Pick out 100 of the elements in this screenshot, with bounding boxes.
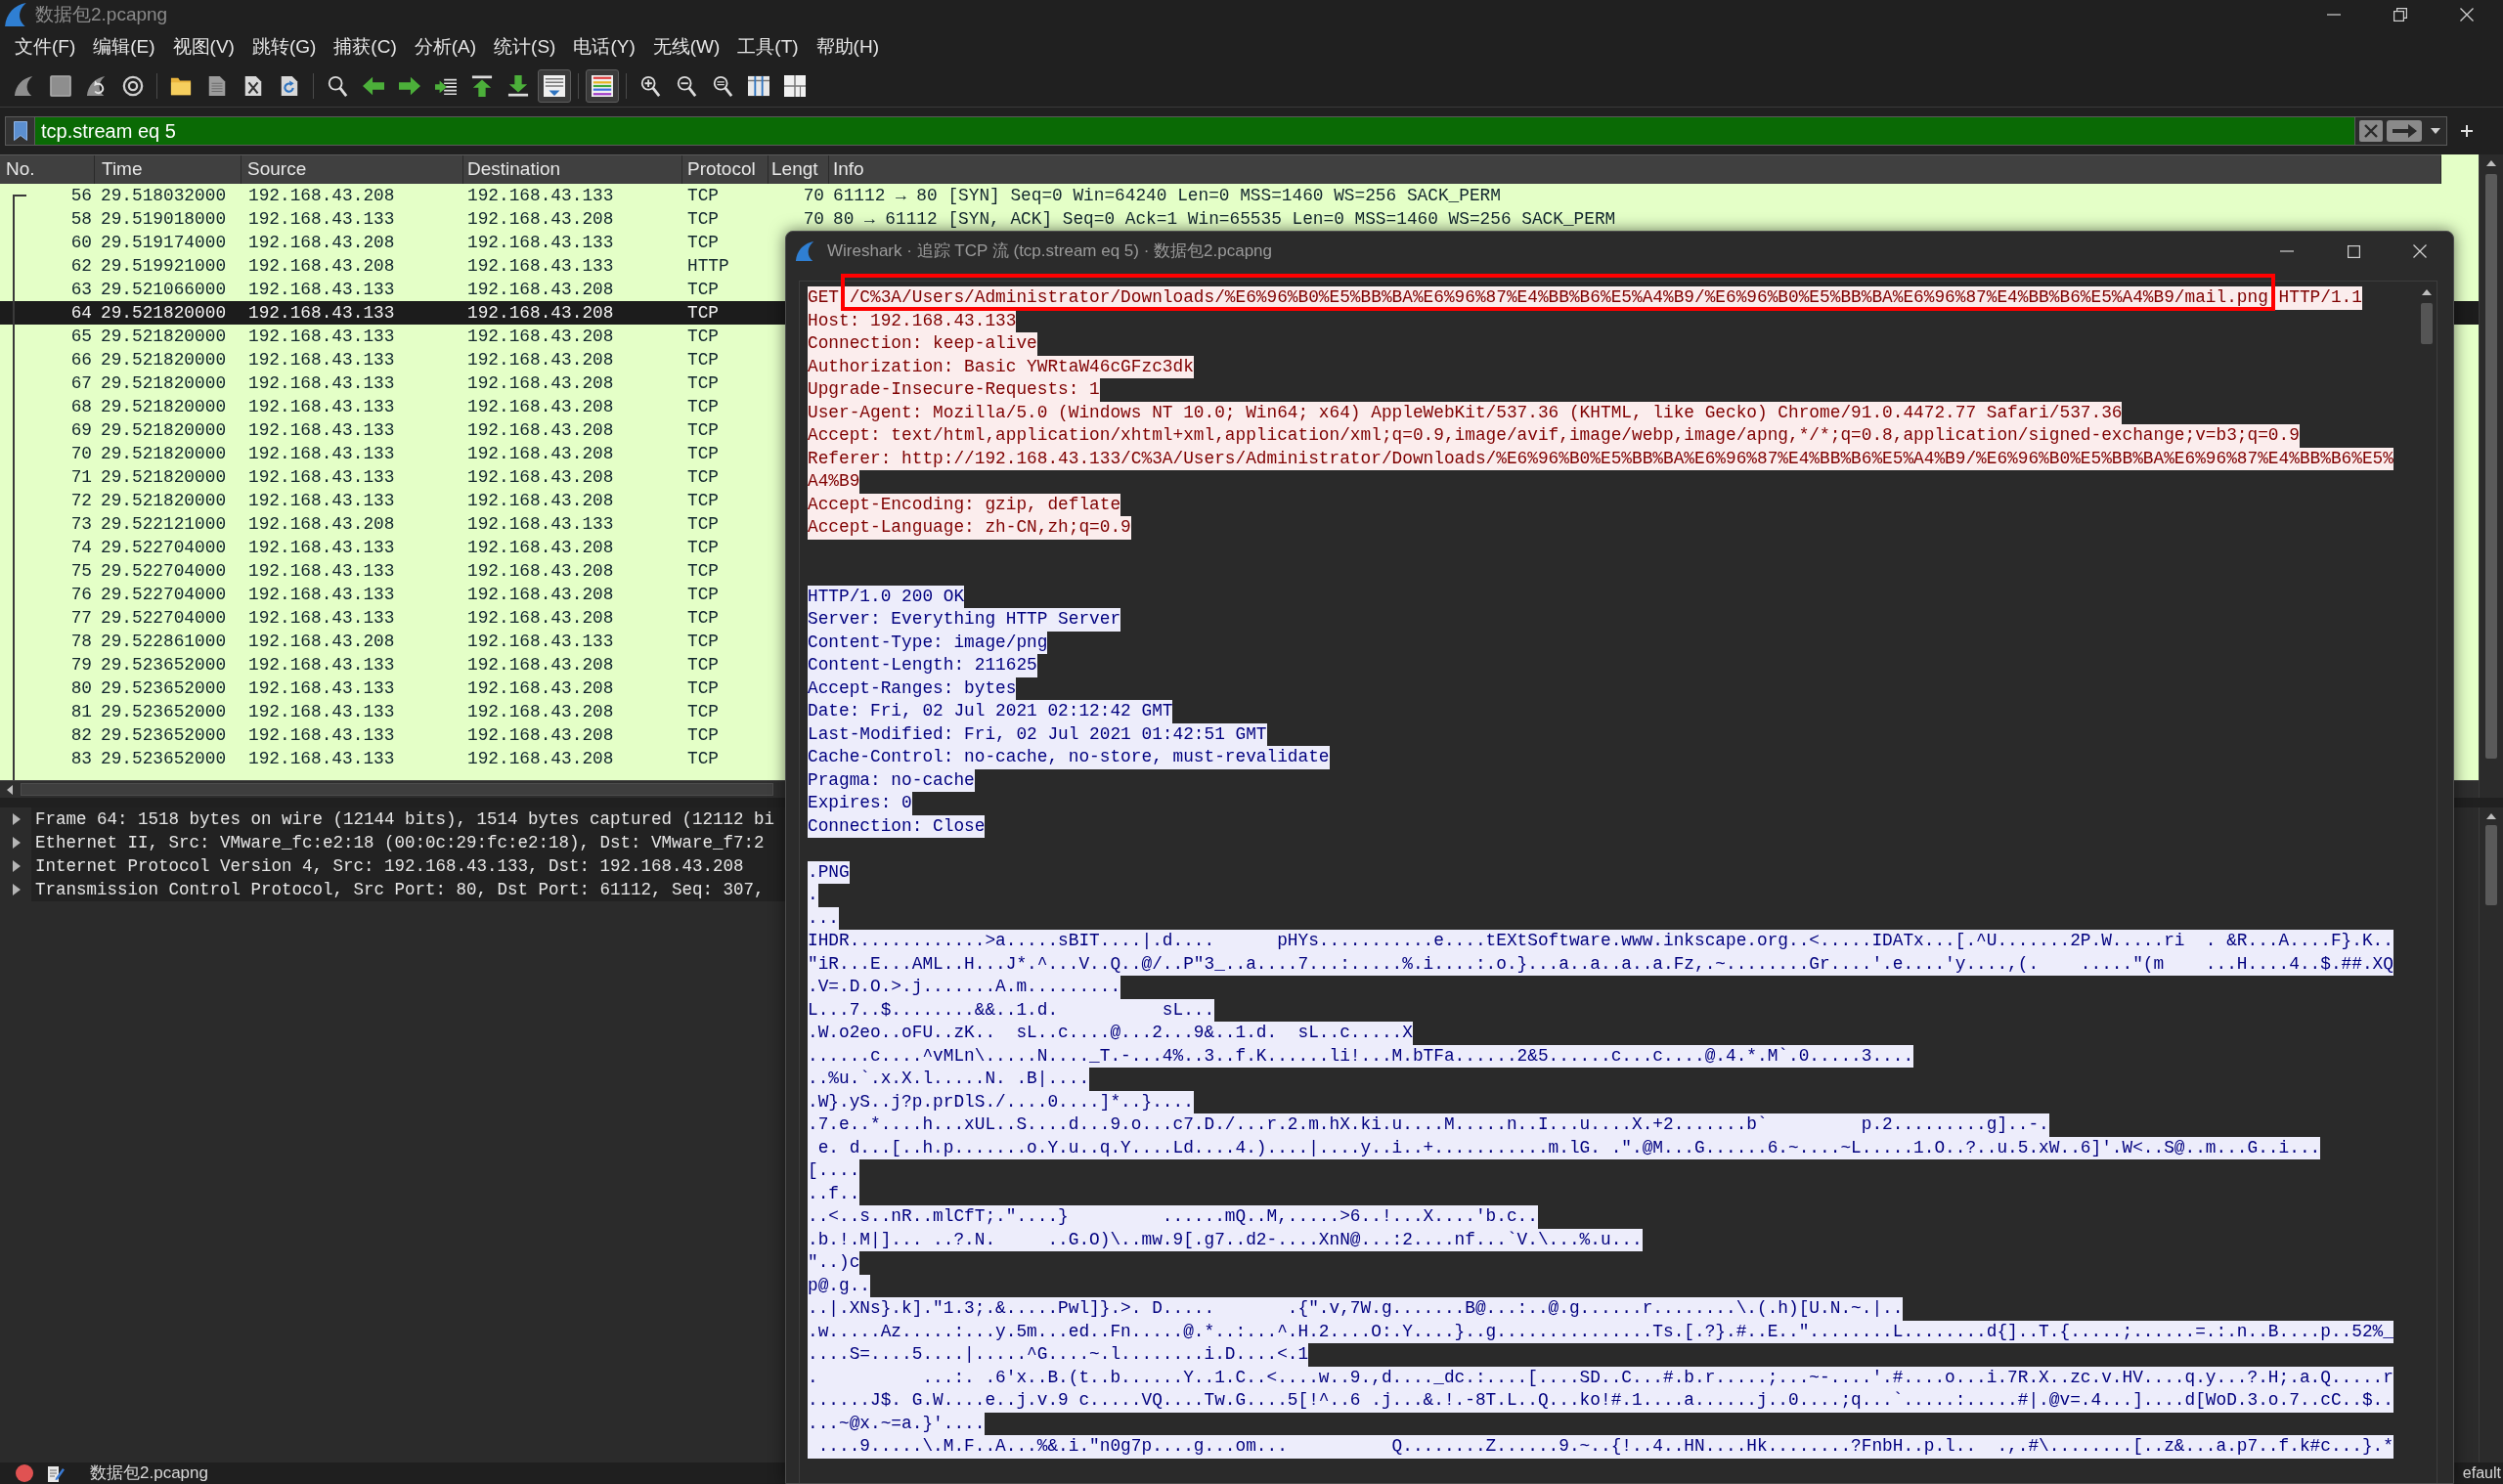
protocol-name: TCP <box>687 326 719 346</box>
timestamp: 29.522704000 <box>101 537 227 557</box>
response-header: Accept-Ranges: bytes <box>808 677 1017 700</box>
timestamp: 29.521820000 <box>101 349 227 370</box>
packet-number: 64 <box>70 302 92 323</box>
packet-number: 69 <box>70 419 92 440</box>
destination-address: 192.168.43.208 <box>467 584 614 604</box>
destination-address: 192.168.43.208 <box>467 654 614 675</box>
source-address: 192.168.43.208 <box>248 631 395 651</box>
timestamp: 29.521820000 <box>101 372 227 393</box>
packet-number: 79 <box>70 654 92 675</box>
source-address: 192.168.43.133 <box>248 560 395 581</box>
response-header: Pragma: no-cache <box>808 768 975 792</box>
source-address: 192.168.43.133 <box>248 326 395 346</box>
protocol-name: TCP <box>687 372 719 393</box>
destination-address: 192.168.43.208 <box>467 701 614 721</box>
protocol-name: TCP <box>687 232 719 252</box>
destination-address: 192.168.43.208 <box>467 607 614 628</box>
destination-address: 192.168.43.133 <box>467 255 614 276</box>
destination-address: 192.168.43.208 <box>467 560 614 581</box>
timestamp: 29.522704000 <box>101 560 227 581</box>
source-address: 192.168.43.133 <box>248 279 395 299</box>
source-address: 192.168.43.133 <box>248 208 395 229</box>
source-address: 192.168.43.133 <box>248 654 395 675</box>
destination-address: 192.168.43.133 <box>467 513 614 534</box>
request-header: Upgrade-Insecure-Requests: 1 <box>808 378 1100 402</box>
packet-number: 76 <box>70 584 92 604</box>
response-header: Last-Modified: Fri, 02 Jul 2021 01:42:51 GMT <box>808 722 1267 746</box>
source-address: 192.168.43.133 <box>248 701 395 721</box>
protocol-name: TCP <box>687 724 719 745</box>
packet-number: 70 <box>70 443 92 463</box>
protocol-name: TCP <box>687 466 719 487</box>
timestamp: 29.521820000 <box>101 326 227 346</box>
protocol-name: TCP <box>687 537 719 557</box>
source-address: 192.168.43.133 <box>248 396 395 416</box>
destination-address: 192.168.43.208 <box>467 349 614 370</box>
packet-number: 68 <box>70 396 92 416</box>
timestamp: 29.521820000 <box>101 466 227 487</box>
destination-address: 192.168.43.208 <box>467 466 614 487</box>
packet-number: 73 <box>70 513 92 534</box>
source-address: 192.168.43.208 <box>248 232 395 252</box>
file-name: 数据包2.pcapng <box>90 1462 208 1484</box>
packet-number: 74 <box>70 537 92 557</box>
source-address: 192.168.43.133 <box>248 466 395 487</box>
packet-number: 58 <box>70 208 92 229</box>
packet-number: 71 <box>70 466 92 487</box>
protocol-name: TCP <box>687 701 719 721</box>
response-header: Expires: 0 <box>808 792 912 815</box>
protocol-name: TCP <box>687 349 719 370</box>
source-address: 192.168.43.133 <box>248 607 395 628</box>
source-address: 192.168.43.133 <box>248 490 395 510</box>
timestamp: 29.521820000 <box>101 302 227 323</box>
destination-address: 192.168.43.208 <box>467 326 614 346</box>
http-version: HTTP/1.1 <box>2278 286 2362 309</box>
timestamp: 29.523652000 <box>101 701 227 721</box>
protocol-name: TCP <box>687 631 719 651</box>
request-method: GET <box>808 286 839 309</box>
protocol-name: TCP <box>687 396 719 416</box>
request-header: A4%B9 <box>808 470 860 494</box>
window-title: 数据包2.pcapng <box>35 3 168 26</box>
destination-address: 192.168.43.208 <box>467 396 614 416</box>
protocol-name: TCP <box>687 443 719 463</box>
timestamp: 29.523652000 <box>101 748 227 768</box>
protocol-name: TCP <box>687 419 719 440</box>
request-header: Accept: text/html,application/xhtml+xml,application/xml;q=0.9,image/avif,image/webp,image/apng,*/*;q=0.8,application/signed-exchange;v=b3;q=0.9 <box>808 424 2300 448</box>
response-header: HTTP/1.0 200 OK <box>808 585 965 608</box>
source-address: 192.168.43.133 <box>248 372 395 393</box>
request-header: Connection: keep-alive <box>808 332 1037 356</box>
request-path: /C%3A/Users/Administrator/Downloads/%E6%96%B0%E5%BB%BA%E6%96%87%E4%BB%B6%E5%A4%B9/%E6%96%B0%E5%BB%BA%E6%96%87%E4%BB%B6%E5%A4%B9/mail.png <box>849 286 2268 309</box>
destination-address: 192.168.43.208 <box>467 724 614 745</box>
packet-length: 70 <box>803 185 824 205</box>
source-address: 192.168.43.133 <box>248 748 395 768</box>
timestamp: 29.518032000 <box>101 185 227 205</box>
request-header: User-Agent: Mozilla/5.0 (Windows NT 10.0; Win64; x64) AppleWebKit/537.36 (KHTML, like Gecko) Chrome/91.0.4472.77 Safari/537.36 <box>808 401 2123 424</box>
protocol-name: HTTP <box>687 255 729 276</box>
timestamp: 29.519174000 <box>101 232 227 252</box>
timestamp: 29.523652000 <box>101 677 227 698</box>
source-address: 192.168.43.133 <box>248 537 395 557</box>
destination-address: 192.168.43.208 <box>467 537 614 557</box>
protocol-name: TCP <box>687 513 719 534</box>
timestamp: 29.521820000 <box>101 443 227 463</box>
destination-address: 192.168.43.208 <box>467 419 614 440</box>
destination-address: 192.168.43.208 <box>467 490 614 510</box>
protocol-name: TCP <box>687 584 719 604</box>
packet-number: 75 <box>70 560 92 581</box>
packet-number: 82 <box>70 724 92 745</box>
timestamp: 29.521066000 <box>101 279 227 299</box>
packet-number: 67 <box>70 372 92 393</box>
timestamp: 29.521820000 <box>101 396 227 416</box>
response-header: Content-Type: image/png <box>808 631 1048 654</box>
packet-number: 81 <box>70 701 92 721</box>
source-address: 192.168.43.133 <box>248 302 395 323</box>
protocol-name: TCP <box>687 490 719 510</box>
packet-number: 62 <box>70 255 92 276</box>
response-header: Connection: Close <box>808 814 986 838</box>
timestamp: 29.522861000 <box>101 631 227 651</box>
source-address: 192.168.43.133 <box>248 677 395 698</box>
timestamp: 29.523652000 <box>101 654 227 675</box>
destination-address: 192.168.43.208 <box>467 677 614 698</box>
protocol-name: TCP <box>687 560 719 581</box>
